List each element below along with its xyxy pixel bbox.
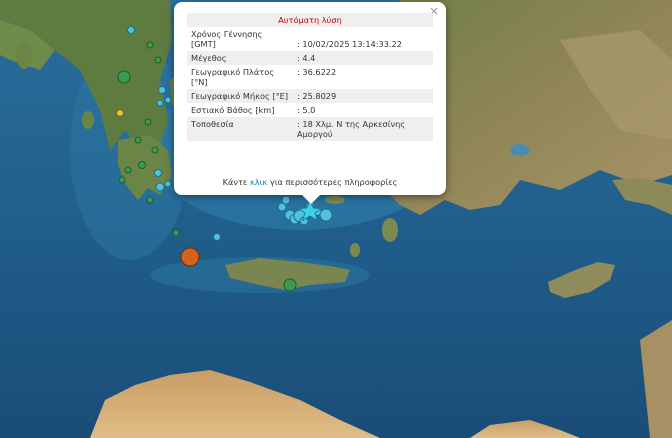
row-label: Τοποθεσία xyxy=(187,117,293,141)
karpathos xyxy=(350,243,360,257)
quake-marker-large[interactable] xyxy=(180,247,200,267)
table-row: Χρόνος Γέννησης [GMT] : 10/02/2025 13:14… xyxy=(187,27,433,51)
quake-marker[interactable] xyxy=(127,26,135,34)
quake-marker[interactable] xyxy=(319,208,333,222)
row-label: Εστιακό Βάθος [km] xyxy=(191,105,275,115)
quake-marker[interactable] xyxy=(154,56,162,64)
more-info-link[interactable]: κλικ xyxy=(250,177,267,187)
row-value: : 25.8029 xyxy=(293,89,433,103)
row-value: : 5.0 xyxy=(297,105,316,115)
table-row: Γεωγραφικό Μήκος [°E] : 25.8029 xyxy=(187,89,433,103)
table-row: Εστιακό Βάθος [km] : 5.0 xyxy=(187,103,433,117)
popup-pointer xyxy=(302,195,320,204)
row-value: : 4.4 xyxy=(293,51,433,65)
table-row: Μέγεθος : 4.4 xyxy=(187,51,433,65)
quake-marker[interactable] xyxy=(213,233,221,241)
table-row: Γεωγραφικό Πλάτος [°N] : 36.6222 xyxy=(187,65,433,89)
quake-marker[interactable] xyxy=(156,99,164,107)
quake-marker[interactable] xyxy=(124,166,132,174)
event-popup: × Αυτόματη λύση Χρόνος Γέννησης [GMT] : … xyxy=(174,2,446,204)
row-value: : 36.6222 xyxy=(297,67,337,77)
quake-marker[interactable] xyxy=(158,86,166,94)
quake-marker[interactable] xyxy=(134,136,142,144)
event-details-table: Αυτόματη λύση Χρόνος Γέννησης [GMT] : 10… xyxy=(187,13,433,141)
quake-marker[interactable] xyxy=(155,182,165,192)
quake-marker[interactable] xyxy=(172,229,180,237)
kefalonia xyxy=(82,111,94,129)
island-c xyxy=(325,196,345,204)
row-label: Γεωγραφικό Πλάτος [°N] xyxy=(191,67,275,87)
quake-marker[interactable] xyxy=(117,70,131,84)
rhodes xyxy=(382,218,398,242)
quake-marker[interactable] xyxy=(144,118,152,126)
quake-marker[interactable] xyxy=(281,195,291,205)
quake-marker[interactable] xyxy=(116,109,124,117)
popup-title-row: Αυτόματη λύση xyxy=(187,13,433,27)
quake-marker[interactable] xyxy=(283,278,297,292)
more-info-suffix: για περισσότερες πληροφορίες xyxy=(267,177,398,187)
quake-marker[interactable] xyxy=(151,146,159,154)
more-info-line: Κάντε κλικ για περισσότερες πληροφορίες xyxy=(174,177,446,187)
table-row: Τοποθεσία : 18 Χλμ. Ν της Αρκεσίνης Αμορ… xyxy=(187,117,433,141)
row-label: Γεωγραφικό Μήκος [°E] xyxy=(187,89,293,103)
quake-marker[interactable] xyxy=(164,96,172,104)
corfu xyxy=(16,41,32,69)
more-info-prefix: Κάντε xyxy=(222,177,250,187)
popup-title: Αυτόματη λύση xyxy=(187,13,433,27)
quake-marker[interactable] xyxy=(164,180,172,188)
quake-marker[interactable] xyxy=(146,196,154,204)
quake-marker[interactable] xyxy=(118,176,126,184)
quake-marker[interactable] xyxy=(138,161,146,169)
row-label: Μέγεθος xyxy=(187,51,293,65)
lake-egirdir xyxy=(510,144,530,156)
row-label: Χρόνος Γέννησης [GMT] xyxy=(191,29,263,49)
row-value: : 10/02/2025 13:14:33.22 xyxy=(297,39,402,49)
row-value: : 18 Χλμ. Ν της Αρκεσίνης Αμοργού xyxy=(293,117,433,141)
quake-marker[interactable] xyxy=(154,169,162,177)
quake-marker[interactable] xyxy=(146,41,154,49)
